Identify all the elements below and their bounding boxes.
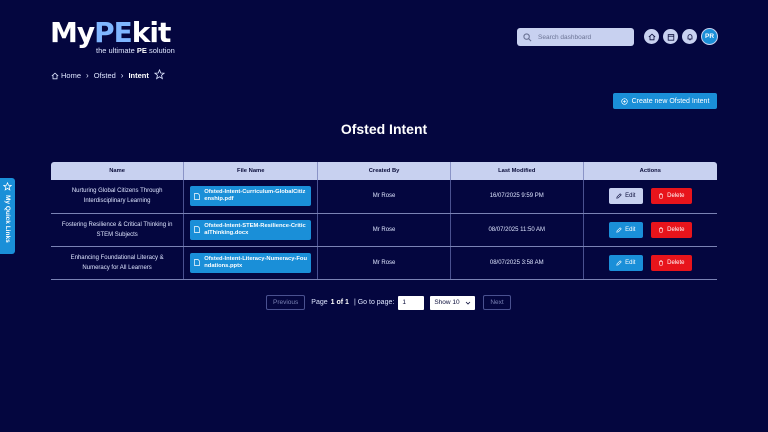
page-size-select[interactable]: Show 10 bbox=[430, 295, 476, 310]
cell-last-modified: 08/07/2025 11:50 AM bbox=[449, 213, 584, 247]
quick-links-label: My Quick Links bbox=[4, 195, 11, 243]
file-icon bbox=[194, 192, 201, 200]
plus-circle-icon bbox=[620, 97, 628, 105]
breadcrumb-separator: › bbox=[86, 71, 89, 80]
search-box[interactable] bbox=[517, 28, 634, 46]
pagination: Previous Page 1 of 1 | Go to page: Show … bbox=[266, 295, 511, 310]
favourite-button[interactable] bbox=[153, 68, 166, 82]
file-name: Ofsted-Intent-Curriculum-GlobalCitizensh… bbox=[204, 189, 306, 203]
cell-file: Ofsted-Intent-Curriculum-GlobalCitizensh… bbox=[183, 180, 318, 214]
table-row: Nurturing Global Citizens Through Interd… bbox=[51, 180, 717, 214]
edit-button[interactable]: Edit bbox=[608, 254, 643, 271]
edit-button[interactable]: Edit bbox=[608, 188, 643, 205]
delete-button[interactable]: Delete bbox=[650, 221, 692, 238]
cell-last-modified: 16/07/2025 9:59 PM bbox=[449, 180, 584, 214]
delete-button[interactable]: Delete bbox=[650, 254, 692, 271]
star-icon bbox=[3, 182, 12, 191]
goto-label: | Go to page: bbox=[353, 299, 395, 306]
breadcrumb-home[interactable]: Home bbox=[61, 71, 81, 80]
breadcrumb-ofsted[interactable]: Ofsted bbox=[94, 71, 116, 80]
cell-name: Nurturing Global Citizens Through Interd… bbox=[51, 180, 184, 214]
create-button-label: Create new Ofsted Intent bbox=[631, 97, 710, 105]
file-icon bbox=[194, 226, 201, 233]
cell-actions: Edit Delete bbox=[582, 213, 717, 247]
column-header-file-name[interactable]: File Name bbox=[183, 162, 318, 180]
table-row: Fostering Resilience & Critical Thinking… bbox=[51, 213, 717, 247]
logo-tagline: the ultimate PE solution bbox=[96, 46, 175, 55]
column-header-created-by[interactable]: Created By bbox=[317, 162, 451, 180]
edit-button[interactable]: Edit bbox=[608, 221, 643, 238]
logo[interactable]: MyPEkit the ultimate PE solution bbox=[50, 16, 175, 56]
previous-page-button[interactable]: Previous bbox=[266, 295, 306, 310]
breadcrumb: Home › Ofsted › Intent bbox=[51, 68, 166, 82]
home-button[interactable] bbox=[644, 29, 659, 44]
delete-label: Delete bbox=[667, 259, 685, 266]
cell-last-modified: 08/07/2025 3:58 AM bbox=[449, 246, 584, 280]
trash-icon bbox=[659, 226, 663, 233]
chevron-down-icon bbox=[466, 301, 471, 305]
file-name: Ofsted-Intent-STEM-Resilience-CriticalTh… bbox=[204, 222, 306, 236]
table-row: Enhancing Foundational Literacy & Numera… bbox=[51, 246, 717, 280]
edit-label: Edit bbox=[625, 226, 636, 233]
trash-icon bbox=[659, 259, 663, 266]
page-size-value: Show 10 bbox=[434, 299, 460, 306]
edit-icon bbox=[616, 193, 622, 199]
cell-actions: Edit Delete bbox=[582, 246, 717, 280]
breadcrumb-separator: › bbox=[120, 71, 124, 80]
cell-name: Enhancing Foundational Literacy & Numera… bbox=[51, 246, 184, 280]
ofsted-intent-table: Name File Name Created By Last Modified … bbox=[51, 162, 717, 280]
cell-actions: Edit Delete bbox=[582, 180, 717, 214]
cell-file: Ofsted-Intent-STEM-Resilience-CriticalTh… bbox=[183, 213, 318, 247]
cell-created-by: Mr Rose bbox=[317, 246, 451, 280]
next-page-button[interactable]: Next bbox=[483, 295, 511, 310]
star-icon bbox=[153, 68, 166, 80]
bell-icon bbox=[687, 33, 692, 40]
cell-created-by: Mr Rose bbox=[317, 213, 451, 247]
avatar[interactable]: PR bbox=[701, 28, 718, 45]
logo-wordmark: MyPEkit bbox=[50, 16, 171, 49]
delete-label: Delete bbox=[667, 226, 685, 233]
file-name: Ofsted-Intent-Literacy-Numeracy-Foundati… bbox=[204, 255, 307, 269]
file-download-link[interactable]: Ofsted-Intent-Curriculum-GlobalCitizensh… bbox=[190, 186, 312, 207]
home-icon bbox=[51, 72, 59, 79]
create-ofsted-intent-button[interactable]: Create new Ofsted Intent bbox=[613, 93, 717, 109]
delete-button[interactable]: Delete bbox=[650, 188, 692, 205]
cell-file: Ofsted-Intent-Literacy-Numeracy-Foundati… bbox=[183, 246, 318, 280]
page-prefix: Page bbox=[311, 299, 328, 306]
cell-created-by: Mr Rose bbox=[317, 180, 451, 214]
quick-links-tab[interactable]: My Quick Links bbox=[0, 178, 15, 254]
file-icon bbox=[194, 259, 201, 266]
edit-icon bbox=[616, 226, 622, 233]
cell-name: Fostering Resilience & Critical Thinking… bbox=[51, 213, 184, 247]
column-header-actions: Actions bbox=[582, 162, 717, 180]
calendar-icon bbox=[667, 33, 674, 41]
home-icon bbox=[648, 33, 655, 40]
page-title: Ofsted Intent bbox=[340, 121, 428, 137]
search-icon bbox=[523, 32, 532, 41]
column-header-name[interactable]: Name bbox=[51, 162, 184, 180]
breadcrumb-current: Intent bbox=[128, 71, 149, 80]
search-input[interactable] bbox=[538, 33, 633, 41]
trash-icon bbox=[659, 193, 663, 199]
edit-label: Edit bbox=[625, 193, 636, 200]
calendar-button[interactable] bbox=[663, 29, 678, 44]
page-indicator: 1 of 1 bbox=[330, 299, 349, 306]
notifications-button[interactable] bbox=[682, 29, 697, 44]
table-header-row: Name File Name Created By Last Modified … bbox=[51, 162, 717, 180]
file-download-link[interactable]: Ofsted-Intent-STEM-Resilience-CriticalTh… bbox=[190, 219, 312, 240]
edit-label: Edit bbox=[625, 259, 636, 266]
goto-page-input[interactable] bbox=[398, 295, 425, 310]
edit-icon bbox=[616, 259, 622, 266]
delete-label: Delete bbox=[667, 193, 685, 200]
file-download-link[interactable]: Ofsted-Intent-Literacy-Numeracy-Foundati… bbox=[190, 252, 312, 273]
column-header-last-modified[interactable]: Last Modified bbox=[449, 162, 584, 180]
